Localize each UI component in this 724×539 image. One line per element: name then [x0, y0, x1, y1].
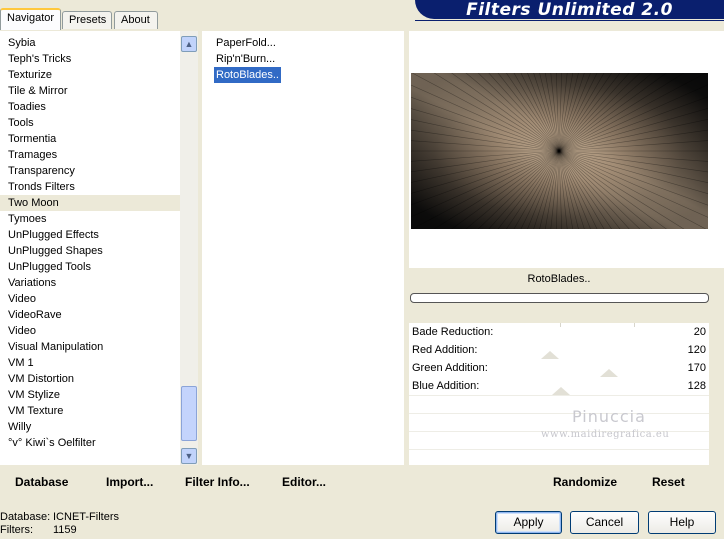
- category-item[interactable]: Transparency: [0, 163, 180, 179]
- param-value: 20: [693, 326, 706, 338]
- app-title-banner: Filters Unlimited 2.0: [415, 0, 724, 20]
- status-database-label: Database:: [0, 511, 51, 523]
- category-item[interactable]: UnPlugged Shapes: [0, 243, 180, 259]
- status-filters-value: 1159: [53, 524, 77, 536]
- scroll-down-icon[interactable]: ▼: [181, 448, 197, 464]
- category-item[interactable]: Tile & Mirror: [0, 83, 180, 99]
- category-item[interactable]: Variations: [0, 275, 180, 291]
- category-item[interactable]: Sybia: [0, 35, 180, 51]
- status-database-value: ICNET-Filters: [53, 511, 119, 523]
- category-item[interactable]: Two Moon: [0, 195, 180, 211]
- help-button[interactable]: Help: [648, 511, 716, 534]
- import-button[interactable]: Import...: [106, 475, 153, 489]
- category-item[interactable]: Tramages: [0, 147, 180, 163]
- param-value: 120: [687, 344, 706, 356]
- preview-image: [411, 73, 708, 229]
- current-filter-name: RotoBlades..: [527, 273, 591, 285]
- filter-item[interactable]: RotoBlades..: [214, 67, 281, 83]
- editor-button[interactable]: Editor...: [282, 475, 326, 489]
- tab-strip: Navigator Presets About: [0, 0, 400, 30]
- param-empty-row: [409, 395, 709, 413]
- banner-underline: [415, 20, 724, 21]
- apply-button[interactable]: Apply: [495, 511, 562, 534]
- preview-panel: [409, 31, 724, 268]
- tab-presets[interactable]: Presets: [62, 11, 112, 29]
- category-list[interactable]: Sybia Teph's Tricks Texturize Tile & Mirror…: [0, 31, 180, 465]
- watermark-url: www.maidiregrafica.eu: [541, 429, 670, 440]
- category-item[interactable]: Tormentia: [0, 131, 180, 147]
- slider-thumb-marker[interactable]: [552, 387, 570, 395]
- progress-bar: [410, 293, 709, 303]
- category-item[interactable]: Willy: [0, 419, 180, 435]
- watermark-name: Pinuccia: [572, 407, 646, 426]
- slider-thumb-marker[interactable]: [541, 351, 559, 359]
- scroll-thumb[interactable]: [181, 386, 197, 441]
- filter-info-button[interactable]: Filter Info...: [185, 475, 250, 489]
- category-item[interactable]: UnPlugged Tools: [0, 259, 180, 275]
- param-slider-row[interactable]: Bade Reduction: 20: [409, 323, 709, 341]
- status-filters-label: Filters:: [0, 524, 33, 536]
- param-slider-row[interactable]: Red Addition: 120: [409, 341, 709, 359]
- reset-button[interactable]: Reset: [652, 475, 685, 489]
- tab-about[interactable]: About: [114, 11, 158, 29]
- cancel-button[interactable]: Cancel: [570, 511, 639, 534]
- category-item[interactable]: VM Stylize: [0, 387, 180, 403]
- filter-list[interactable]: PaperFold... Rip'n'Burn... RotoBlades..: [202, 31, 404, 465]
- category-item[interactable]: Visual Manipulation: [0, 339, 180, 355]
- category-item[interactable]: Tymoes: [0, 211, 180, 227]
- category-item[interactable]: Video: [0, 291, 180, 307]
- category-item[interactable]: UnPlugged Effects: [0, 227, 180, 243]
- category-scrollbar[interactable]: ▲ ▼: [180, 31, 198, 465]
- parameter-panel[interactable]: Bade Reduction: 20 Red Addition: 120 Green A…: [409, 323, 709, 465]
- category-item[interactable]: Tronds Filters: [0, 179, 180, 195]
- param-empty-row: [409, 449, 709, 467]
- param-label: Bade Reduction:: [412, 326, 494, 338]
- param-label: Green Addition:: [412, 362, 488, 374]
- category-item[interactable]: Texturize: [0, 67, 180, 83]
- randomize-button[interactable]: Randomize: [553, 475, 617, 489]
- param-value: 170: [687, 362, 706, 374]
- category-item[interactable]: °v° Kiwi`s Oelfilter: [0, 435, 180, 451]
- category-item[interactable]: Toadies: [0, 99, 180, 115]
- category-item[interactable]: Tools: [0, 115, 180, 131]
- param-slider-row[interactable]: Green Addition: 170: [409, 359, 709, 377]
- param-label: Blue Addition:: [412, 380, 480, 392]
- param-value: 128: [687, 380, 706, 392]
- param-label: Red Addition:: [412, 344, 478, 356]
- slider-thumb-marker[interactable]: [600, 369, 618, 377]
- category-item[interactable]: Teph's Tricks: [0, 51, 180, 67]
- category-item[interactable]: VM Distortion: [0, 371, 180, 387]
- filter-item[interactable]: Rip'n'Burn...: [214, 51, 277, 67]
- database-button[interactable]: Database: [15, 475, 68, 489]
- filter-item[interactable]: PaperFold...: [214, 35, 278, 51]
- scroll-up-icon[interactable]: ▲: [181, 36, 197, 52]
- category-item[interactable]: VM Texture: [0, 403, 180, 419]
- category-item[interactable]: VideoRave: [0, 307, 180, 323]
- category-item[interactable]: VM 1: [0, 355, 180, 371]
- tab-navigator[interactable]: Navigator: [0, 8, 61, 30]
- category-item[interactable]: Video: [0, 323, 180, 339]
